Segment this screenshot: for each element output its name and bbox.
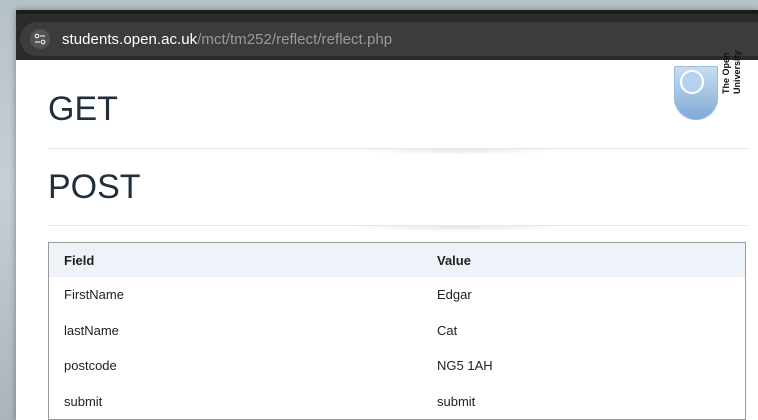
field-name-cell: postcode [64,358,117,374]
field-name-cell: submit [64,393,103,409]
url-host: students.open.ac.uk [62,31,198,48]
logo-text-line1: The Open [721,52,731,94]
url-text[interactable]: students.open.ac.uk/mct/tm252/reflect/re… [62,31,392,48]
logo-text: The Open University [721,38,747,94]
divider [48,225,748,232]
site-settings-icon[interactable] [30,29,50,49]
page-content: The Open University GET POST Field Value… [16,50,758,420]
field-value-cell: NG5 1AH [437,358,493,374]
table-header-row: Field Value [48,242,746,277]
table-row: lastName Cat [49,313,746,349]
column-header-value: Value [437,252,471,268]
address-bar: students.open.ac.uk/mct/tm252/reflect/re… [16,10,758,60]
post-fields-table: Field Value FirstName Edgar lastName Cat… [48,242,746,420]
table-row: submit submit [49,384,746,420]
column-header-field: Field [64,252,95,268]
get-heading: GET [48,90,118,128]
field-value-cell: Cat [437,322,458,338]
ou-shield-icon [674,66,718,120]
table-row: FirstName Edgar [49,277,746,313]
post-heading: POST [48,168,141,206]
field-name-cell: lastName [64,322,119,338]
browser-window: students.open.ac.uk/mct/tm252/reflect/re… [16,10,758,420]
divider [48,148,748,155]
table-row: postcode NG5 1AH [49,348,746,384]
field-name-cell: FirstName [64,287,124,303]
url-field[interactable]: students.open.ac.uk/mct/tm252/reflect/re… [20,22,758,56]
open-university-logo[interactable]: The Open University [674,50,758,124]
ou-ring-icon [680,70,704,94]
field-value-cell: submit [437,393,476,409]
url-path: /mct/tm252/reflect/reflect.php [197,31,393,48]
logo-text-line2: University [732,50,742,94]
field-value-cell: Edgar [437,287,472,303]
